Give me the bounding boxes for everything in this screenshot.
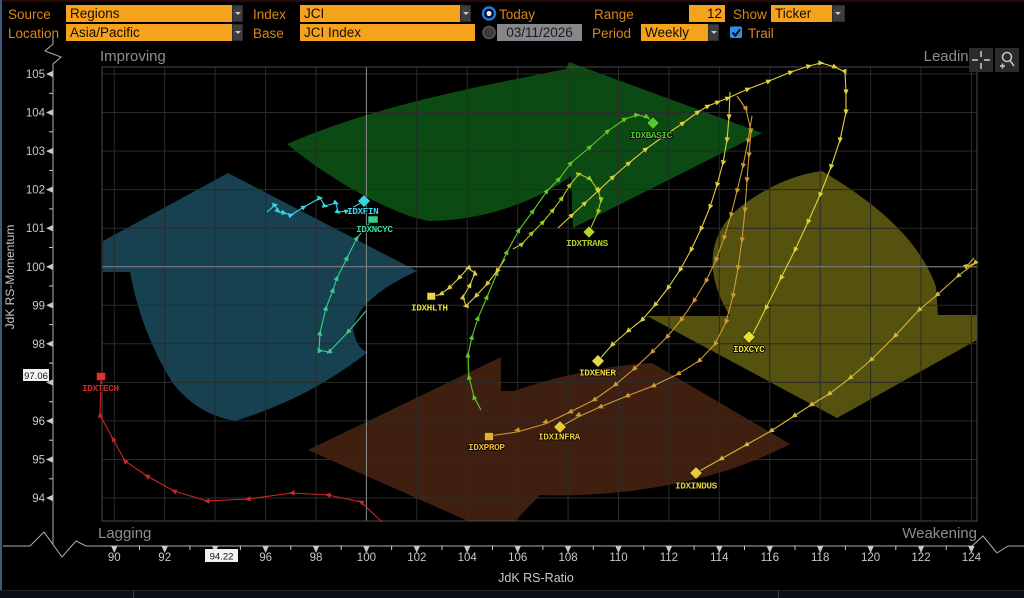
svg-text:110: 110 [609, 552, 627, 564]
svg-text:100: 100 [357, 552, 376, 564]
svg-text:IDXFIN: IDXFIN [347, 206, 379, 217]
svg-text:97.06: 97.06 [24, 371, 48, 382]
svg-text:98: 98 [32, 339, 45, 351]
svg-text:96: 96 [259, 552, 272, 564]
svg-text:112: 112 [660, 552, 678, 564]
svg-text:IDXTRANS: IDXTRANS [566, 238, 609, 249]
svg-text:Weakening: Weakening [902, 525, 977, 542]
svg-text:102: 102 [407, 552, 426, 564]
svg-text:116: 116 [761, 552, 779, 564]
svg-text:IDXNCYC: IDXNCYC [356, 224, 393, 235]
svg-text:Improving: Improving [100, 48, 166, 65]
svg-text:106: 106 [508, 552, 527, 564]
svg-text:90: 90 [108, 552, 121, 564]
svg-text:IDXCYC: IDXCYC [733, 344, 765, 355]
svg-text:92: 92 [158, 552, 171, 564]
svg-text:96: 96 [32, 416, 45, 428]
svg-text:IDXBASIC: IDXBASIC [630, 130, 673, 141]
svg-text:98: 98 [310, 552, 323, 564]
svg-text:IDXINFRA: IDXINFRA [538, 432, 581, 443]
svg-text:IDXHLTH: IDXHLTH [411, 303, 448, 314]
svg-text:108: 108 [559, 552, 578, 564]
svg-text:Leading: Leading [924, 48, 977, 65]
svg-text:101: 101 [26, 223, 45, 235]
svg-text:JdK RS-Momentum: JdK RS-Momentum [3, 225, 17, 330]
svg-text:102: 102 [26, 185, 45, 197]
svg-text:94.22: 94.22 [210, 552, 234, 563]
svg-text:114: 114 [710, 552, 729, 564]
svg-text:124: 124 [962, 552, 982, 564]
svg-text:105: 105 [26, 69, 45, 81]
svg-text:IDXTECH: IDXTECH [82, 383, 119, 394]
svg-text:IDXPROP: IDXPROP [468, 442, 505, 453]
svg-text:122: 122 [911, 552, 930, 564]
svg-text:Lagging: Lagging [98, 525, 151, 542]
svg-text:99: 99 [32, 300, 45, 312]
svg-text:IDXENER: IDXENER [579, 368, 616, 379]
svg-text:94: 94 [32, 493, 45, 505]
svg-text:104: 104 [26, 108, 46, 120]
svg-text:104: 104 [458, 552, 478, 564]
svg-text:95: 95 [32, 455, 45, 467]
svg-text:118: 118 [811, 552, 829, 564]
svg-text:IDXINDUS: IDXINDUS [675, 481, 718, 492]
svg-text:120: 120 [861, 552, 880, 564]
svg-text:JdK RS-Ratio: JdK RS-Ratio [498, 571, 574, 585]
svg-text:100: 100 [26, 262, 45, 274]
svg-text:103: 103 [26, 146, 45, 158]
